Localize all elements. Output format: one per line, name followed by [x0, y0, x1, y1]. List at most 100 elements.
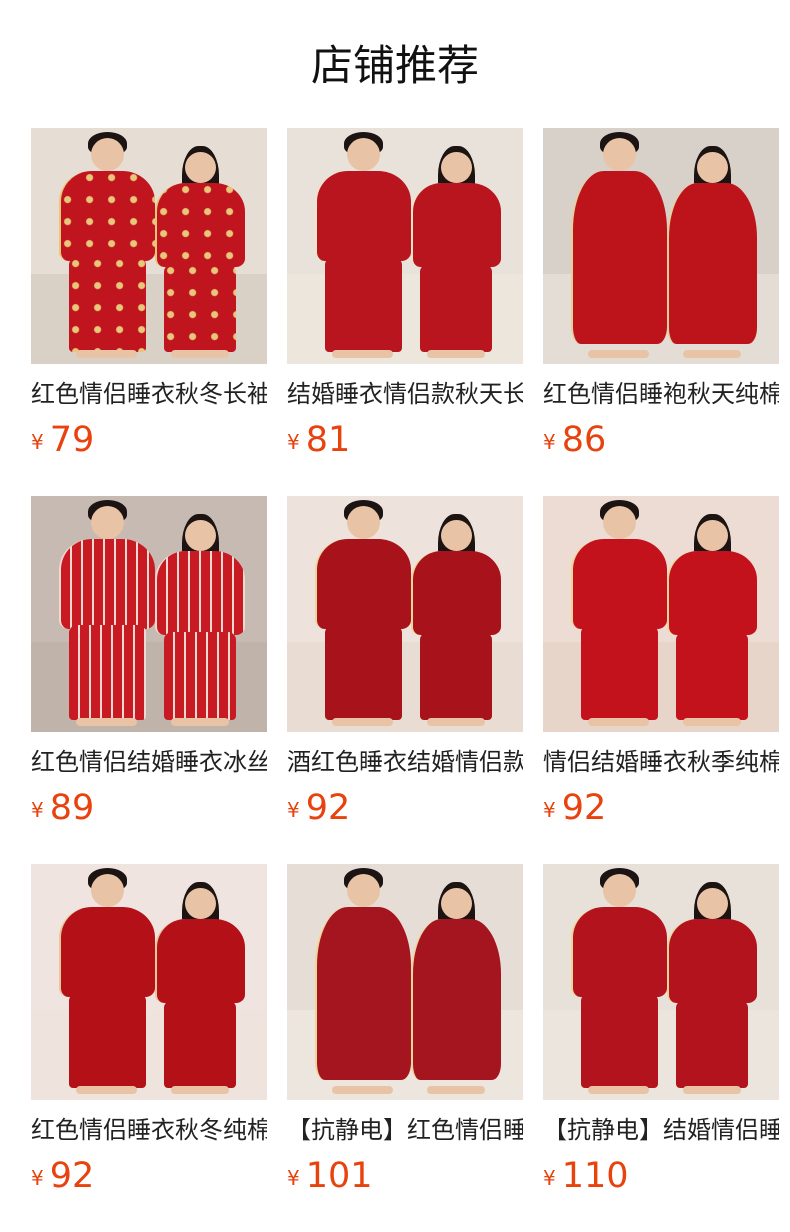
- face: [347, 138, 380, 171]
- product-image[interactable]: [543, 128, 779, 364]
- feet: [76, 718, 137, 726]
- pajama-top: [411, 183, 501, 267]
- product-price: ¥92: [31, 1156, 267, 1202]
- model-woman: [155, 514, 245, 726]
- model-man: [315, 500, 411, 726]
- pajama-pants: [676, 1000, 748, 1088]
- product-card[interactable]: 情侣结婚睡衣秋季纯棉 ¥92: [543, 496, 779, 864]
- product-title[interactable]: 红色情侣睡衣秋冬纯棉: [31, 1114, 267, 1146]
- feet: [683, 718, 741, 726]
- price-value: 86: [561, 420, 607, 460]
- feet: [332, 1086, 393, 1094]
- price-value: 89: [49, 788, 95, 828]
- model-man: [59, 500, 155, 726]
- feet: [332, 718, 393, 726]
- pajama-pants: [420, 264, 492, 352]
- product-image[interactable]: [543, 864, 779, 1100]
- product-card[interactable]: 酒红色睡衣结婚情侣款 ¥92: [287, 496, 523, 864]
- model-man: [59, 132, 155, 358]
- product-image[interactable]: [31, 496, 267, 732]
- face: [91, 874, 124, 907]
- product-price: ¥110: [543, 1156, 779, 1202]
- model-man: [571, 132, 667, 358]
- model-man: [315, 132, 411, 358]
- product-card[interactable]: 红色情侣睡袍秋天纯棉 ¥86: [543, 128, 779, 496]
- feet: [427, 1086, 485, 1094]
- product-price: ¥86: [543, 420, 779, 466]
- currency-symbol: ¥: [287, 1166, 300, 1190]
- product-price: ¥79: [31, 420, 267, 466]
- product-image[interactable]: [287, 128, 523, 364]
- product-title[interactable]: 酒红色睡衣结婚情侣款: [287, 746, 523, 778]
- pajama-pants: [420, 632, 492, 720]
- model-woman: [411, 146, 501, 358]
- feet: [76, 350, 137, 358]
- currency-symbol: ¥: [543, 430, 556, 454]
- pajama-top: [315, 539, 411, 629]
- face: [603, 138, 636, 171]
- pajama-top: [59, 171, 155, 261]
- pajama-top: [155, 183, 245, 267]
- product-title[interactable]: 【抗静电】红色情侣睡衣: [287, 1114, 523, 1146]
- pajama-pants: [164, 1000, 236, 1088]
- model-woman: [155, 146, 245, 358]
- product-title[interactable]: 情侣结婚睡衣秋季纯棉: [543, 746, 779, 778]
- pajama-pants: [325, 625, 402, 720]
- currency-symbol: ¥: [31, 430, 44, 454]
- pajama-top: [571, 539, 667, 629]
- product-card[interactable]: 【抗静电】结婚情侣睡衣 ¥110: [543, 864, 779, 1232]
- pajama-top: [667, 551, 757, 635]
- product-card[interactable]: 结婚睡衣情侣款秋天长袖 ¥81: [287, 128, 523, 496]
- pajama-pants: [676, 632, 748, 720]
- pajama-pants: [69, 993, 146, 1088]
- pajama-top: [667, 919, 757, 1003]
- pajama-top: [667, 183, 757, 344]
- feet: [332, 350, 393, 358]
- model-woman: [411, 882, 501, 1094]
- product-title[interactable]: 红色情侣睡衣秋冬长袖纯棉: [31, 378, 267, 410]
- currency-symbol: ¥: [31, 798, 44, 822]
- product-title[interactable]: 【抗静电】结婚情侣睡衣: [543, 1114, 779, 1146]
- pajama-pants: [581, 625, 658, 720]
- price-value: 92: [49, 1156, 95, 1196]
- model-man: [59, 868, 155, 1094]
- pajama-pants: [69, 257, 146, 352]
- product-title[interactable]: 红色情侣睡袍秋天纯棉: [543, 378, 779, 410]
- product-price: ¥92: [287, 788, 523, 834]
- product-price: ¥89: [31, 788, 267, 834]
- product-card[interactable]: 红色情侣睡衣秋冬长袖纯棉 ¥79: [31, 128, 267, 496]
- product-image[interactable]: [287, 496, 523, 732]
- product-card[interactable]: 【抗静电】红色情侣睡衣 ¥101: [287, 864, 523, 1232]
- model-woman: [667, 882, 757, 1094]
- price-value: 79: [49, 420, 95, 460]
- pajama-pants: [164, 264, 236, 352]
- product-title[interactable]: 结婚睡衣情侣款秋天长袖: [287, 378, 523, 410]
- product-image[interactable]: [543, 496, 779, 732]
- model-man: [315, 868, 411, 1094]
- product-card[interactable]: 红色情侣结婚睡衣冰丝 ¥89: [31, 496, 267, 864]
- feet: [171, 1086, 229, 1094]
- face: [185, 888, 216, 919]
- product-grid: 红色情侣睡衣秋冬长袖纯棉 ¥79 结婚睡衣情侣款秋天长袖 ¥81 红色情侣睡袍秋…: [31, 128, 779, 1232]
- product-image[interactable]: [31, 864, 267, 1100]
- feet: [588, 350, 649, 358]
- model-woman: [155, 882, 245, 1094]
- pajama-top: [411, 919, 501, 1080]
- face: [347, 506, 380, 539]
- product-card[interactable]: 红色情侣睡衣秋冬纯棉 ¥92: [31, 864, 267, 1232]
- feet: [588, 718, 649, 726]
- model-man: [571, 868, 667, 1094]
- face: [185, 520, 216, 551]
- product-price: ¥81: [287, 420, 523, 466]
- model-woman: [667, 146, 757, 358]
- face: [603, 506, 636, 539]
- feet: [171, 350, 229, 358]
- pajama-pants: [164, 632, 236, 720]
- product-image[interactable]: [31, 128, 267, 364]
- pajama-top: [411, 551, 501, 635]
- pajama-pants: [581, 993, 658, 1088]
- face: [697, 520, 728, 551]
- price-value: 92: [561, 788, 607, 828]
- product-image[interactable]: [287, 864, 523, 1100]
- product-title[interactable]: 红色情侣结婚睡衣冰丝: [31, 746, 267, 778]
